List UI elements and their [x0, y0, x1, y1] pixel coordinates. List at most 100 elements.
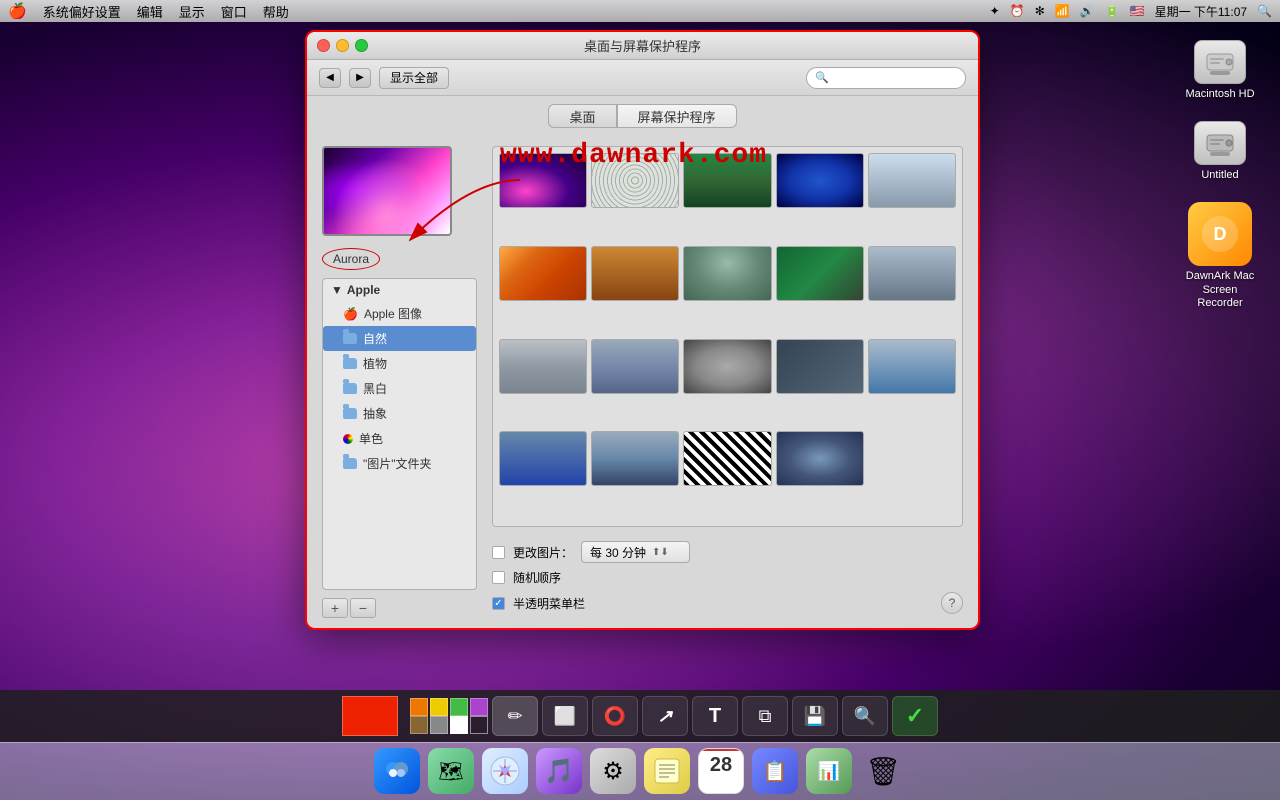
desktop-icon-macintosh-hd[interactable]: Macintosh HD [1180, 40, 1260, 101]
dawnark-icon: D [1188, 202, 1252, 266]
dock-item-settings[interactable]: ⚙ [590, 748, 636, 794]
wallpaper-thumb-4[interactable] [776, 153, 864, 208]
dock-item-finder[interactable] [374, 748, 420, 794]
rectangle-tool-button[interactable]: ⬜ [542, 696, 588, 736]
oval-tool-button[interactable]: ⭕ [592, 696, 638, 736]
search-tool-button[interactable]: 🔍 [842, 696, 888, 736]
sidebar-item-nature[interactable]: 自然 [323, 326, 476, 351]
menubar-window[interactable]: 窗口 [221, 2, 247, 21]
color-swatches [410, 698, 488, 734]
add-source-button[interactable]: + [322, 598, 348, 618]
menubar-search-icon[interactable]: 🔍 [1257, 4, 1272, 18]
wallpaper-thumb-19[interactable] [776, 431, 864, 486]
menubar-left: 🍎 系统偏好设置 编辑 显示 窗口 帮助 [8, 2, 289, 21]
sidebar-item-plants[interactable]: 植物 [323, 351, 476, 376]
wallpaper-thumb-2[interactable] [591, 153, 679, 208]
dock-item-maps[interactable]: 🗺 [428, 748, 474, 794]
pen-tool-button[interactable]: ✏ [492, 696, 538, 736]
dock-item-numbers[interactable]: 📊 [806, 748, 852, 794]
sidebar-label-plants: 植物 [363, 355, 387, 372]
active-color-swatch[interactable] [342, 696, 398, 736]
swatch-gray[interactable] [430, 716, 448, 734]
text-icon: T [709, 705, 721, 728]
desktop-icon-dawnark[interactable]: D DawnArk Mac Screen Recorder [1180, 202, 1260, 310]
random-order-label: 随机顺序 [513, 569, 561, 586]
tab-screensaver[interactable]: 屏幕保护程序 [617, 104, 737, 128]
swatch-brown[interactable] [410, 716, 428, 734]
sidebar-item-bw[interactable]: 黑白 [323, 376, 476, 401]
arrow-tool-button[interactable]: ↗ [642, 696, 688, 736]
dock-item-safari[interactable] [482, 748, 528, 794]
wallpaper-thumb-10[interactable] [868, 246, 956, 301]
window-title: 桌面与屏幕保护程序 [584, 36, 701, 55]
search-box[interactable]: 🔍 [806, 67, 966, 89]
menubar-wifi-icon: 📶 [1055, 4, 1070, 18]
sidebar-item-apple-images[interactable]: 🍎 Apple 图像 [323, 301, 476, 326]
save-tool-button[interactable]: 💾 [792, 696, 838, 736]
wallpaper-thumb-5[interactable] [868, 153, 956, 208]
confirm-button[interactable]: ✓ [892, 696, 938, 736]
wallpaper-thumb-3[interactable] [683, 153, 771, 208]
text-tool-button[interactable]: T [692, 696, 738, 736]
window-close-button[interactable] [317, 39, 330, 52]
search-input[interactable] [833, 71, 957, 85]
random-order-row: 随机顺序 [492, 569, 963, 586]
wallpaper-thumb-18[interactable] [683, 431, 771, 486]
swatch-transparent[interactable] [470, 716, 488, 734]
wallpaper-thumb-8[interactable] [683, 246, 771, 301]
dock-item-finder2[interactable]: 📋 [752, 748, 798, 794]
wallpaper-thumb-14[interactable] [776, 339, 864, 394]
sidebar-item-abstract[interactable]: 抽象 [323, 401, 476, 426]
show-all-button[interactable]: 显示全部 [379, 67, 449, 89]
swatch-orange[interactable] [410, 698, 428, 716]
menubar: 🍎 系统偏好设置 编辑 显示 窗口 帮助 ✦ ⏰ ✻ 📶 🔊 🔋 🇺🇸 星期一 … [0, 0, 1280, 22]
copy-tool-button[interactable]: ⧉ [742, 696, 788, 736]
window-maximize-button[interactable] [355, 39, 368, 52]
wallpaper-thumb-16[interactable] [499, 431, 587, 486]
menubar-display[interactable]: 显示 [179, 2, 205, 21]
wallpaper-thumb-12[interactable] [591, 339, 679, 394]
apple-menu[interactable]: 🍎 [8, 2, 27, 20]
folder-icon-abstract [343, 408, 357, 419]
dock-item-itunes[interactable]: 🎵 [536, 748, 582, 794]
wallpaper-thumb-7[interactable] [591, 246, 679, 301]
desktop-icon-untitled[interactable]: Untitled [1180, 121, 1260, 182]
wallpaper-preview [322, 146, 452, 236]
help-button[interactable]: ? [941, 592, 963, 614]
dock-item-notes[interactable] [644, 748, 690, 794]
wallpaper-thumb-1[interactable] [499, 153, 587, 208]
change-image-label: 更改图片： [513, 544, 573, 561]
interval-dropdown[interactable]: 每 30 分钟 ⬆⬇ [581, 541, 690, 563]
dock-item-trash[interactable]: 🗑 [860, 748, 906, 794]
apple-icon-sm: 🍎 [343, 307, 358, 321]
wallpaper-thumb-11[interactable] [499, 339, 587, 394]
translucent-menubar-checkbox[interactable]: ✓ [492, 597, 505, 610]
swatch-row-1 [410, 698, 488, 716]
dawnark-label: DawnArk Mac Screen Recorder [1180, 270, 1260, 310]
random-order-checkbox[interactable] [492, 571, 505, 584]
wallpaper-thumb-13[interactable] [683, 339, 771, 394]
swatch-green[interactable] [450, 698, 468, 716]
swatch-purple[interactable] [470, 698, 488, 716]
wallpaper-thumb-15[interactable] [868, 339, 956, 394]
dock-item-calendar[interactable]: 28 [698, 748, 744, 794]
menubar-edit[interactable]: 编辑 [137, 2, 163, 21]
tab-desktop[interactable]: 桌面 [548, 104, 616, 128]
back-button[interactable]: ◀ [319, 68, 341, 88]
change-image-checkbox[interactable] [492, 546, 505, 559]
swatch-white[interactable] [450, 716, 468, 734]
menubar-help[interactable]: 帮助 [263, 2, 289, 21]
remove-source-button[interactable]: − [350, 598, 376, 618]
swatch-yellow[interactable] [430, 698, 448, 716]
maps-icon: 🗺 [428, 748, 474, 794]
bottom-controls: 更改图片： 每 30 分钟 ⬆⬇ 随机顺序 ✓ 半透明菜单栏 ? [492, 533, 963, 618]
sidebar-item-pictures[interactable]: "图片"文件夹 [323, 451, 476, 476]
forward-button[interactable]: ▶ [349, 68, 371, 88]
window-minimize-button[interactable] [336, 39, 349, 52]
wallpaper-thumb-17[interactable] [591, 431, 679, 486]
wallpaper-thumb-6[interactable] [499, 246, 587, 301]
sidebar-item-solid[interactable]: 单色 [323, 426, 476, 451]
tabs-bar: 桌面 屏幕保护程序 [307, 96, 978, 136]
menubar-system-prefs[interactable]: 系统偏好设置 [43, 2, 121, 21]
wallpaper-thumb-9[interactable] [776, 246, 864, 301]
